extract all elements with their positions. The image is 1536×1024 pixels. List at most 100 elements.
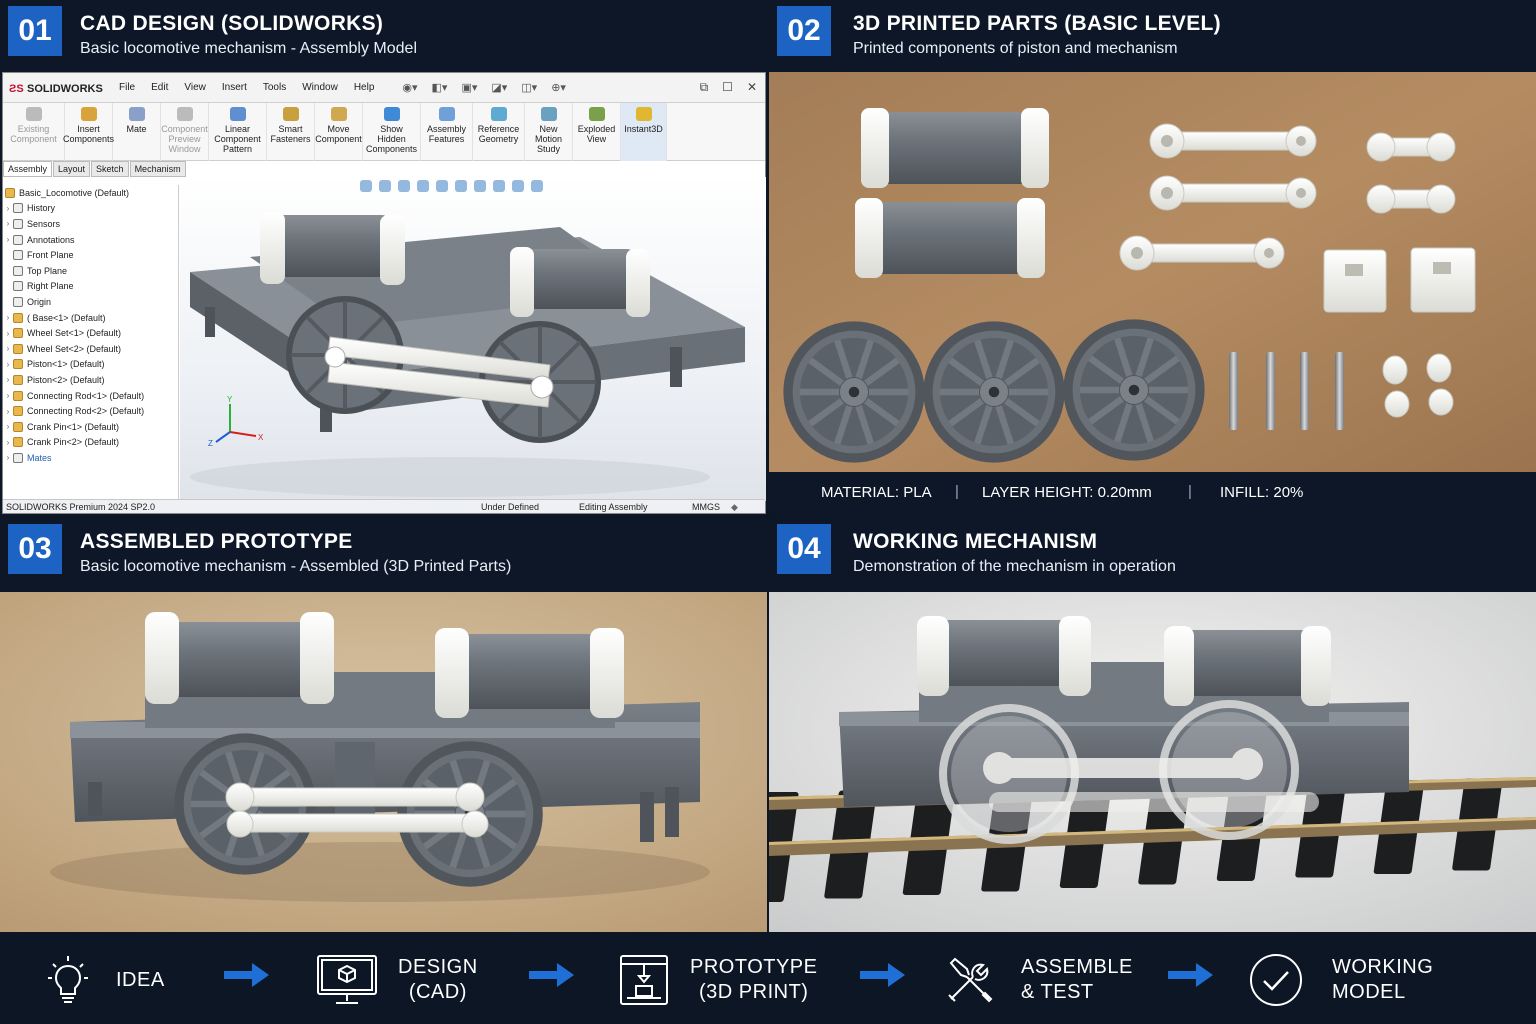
tab-layout[interactable]: Layout <box>53 161 91 177</box>
ribbon-component-preview-window[interactable]: Component Preview Window <box>161 103 209 161</box>
ribbon-icon <box>383 107 400 121</box>
part-icon <box>13 406 23 417</box>
previous-view-icon[interactable] <box>398 180 410 192</box>
tree-item[interactable]: › Mates <box>3 450 178 466</box>
flow-label: ASSEMBLE <box>1021 956 1133 978</box>
expand-chevron-icon[interactable]: › <box>3 438 13 447</box>
plane-icon <box>13 281 23 292</box>
zoom-fit-icon[interactable] <box>360 180 372 192</box>
ribbon-assembly-features[interactable]: Assembly Features <box>421 103 473 161</box>
ribbon-move-component[interactable]: Move Component <box>315 103 363 161</box>
tree-item[interactable]: Front Plane <box>3 247 178 263</box>
quick-access-toolbar[interactable]: ◉▾ ◧▾ ▣▾ ◪▾ ◫▾ ⊕▾ <box>402 81 566 94</box>
save-icon[interactable]: ▣▾ <box>461 81 477 94</box>
view-settings-icon[interactable] <box>531 180 543 192</box>
ribbon-exploded-view[interactable]: Exploded View <box>573 103 621 161</box>
expand-chevron-icon[interactable]: › <box>3 344 13 353</box>
units-chevron-icon[interactable]: ◆ <box>731 502 738 513</box>
tree-item[interactable]: › Wheel Set<2> (Default) <box>3 341 178 357</box>
menu-tools[interactable]: Tools <box>255 82 294 93</box>
expand-chevron-icon[interactable]: › <box>3 313 13 322</box>
expand-chevron-icon[interactable]: › <box>3 453 13 462</box>
tree-item[interactable]: › Piston<2> (Default) <box>3 372 178 388</box>
flow-label: PROTOTYPE <box>690 956 818 978</box>
folder-icon <box>13 203 23 214</box>
panel-printed-parts: 02 3D PRINTED PARTS (BASIC LEVEL) Printe… <box>769 0 1536 516</box>
ribbon-icon <box>438 107 455 121</box>
new-icon[interactable]: ◉▾ <box>402 81 417 94</box>
ribbon-label: Insert Components <box>62 124 115 144</box>
zoom-area-icon[interactable] <box>379 180 391 192</box>
lightbulb-icon <box>48 956 88 1003</box>
print-icon[interactable]: ◪▾ <box>491 81 507 94</box>
ribbon-new-motion-study[interactable]: New Motion Study <box>525 103 573 161</box>
expand-chevron-icon[interactable]: › <box>3 329 13 338</box>
ribbon-insert-components[interactable]: Insert Components <box>62 103 115 161</box>
expand-chevron-icon[interactable]: › <box>3 219 13 228</box>
menu-view[interactable]: View <box>176 82 214 93</box>
tree-item[interactable]: › Crank Pin<2> (Default) <box>3 435 178 451</box>
ribbon-show-hidden-components[interactable]: Show Hidden Components <box>363 103 421 161</box>
origin-icon <box>13 296 23 307</box>
flow-step-prototype: PROTOTYPE (3D PRINT) <box>618 954 818 1006</box>
ribbon-linear-component-pattern[interactable]: Linear Component Pattern <box>209 103 267 161</box>
ribbon-instant3d[interactable]: Instant3D <box>621 103 667 161</box>
ribbon-label: Component Preview Window <box>161 124 208 154</box>
units-selector[interactable]: MMGS <box>692 502 720 512</box>
tree-item[interactable]: › History <box>3 201 178 217</box>
heads-up-toolbar <box>360 180 640 194</box>
tree-item[interactable]: Origin <box>3 294 178 310</box>
ribbon-mate[interactable]: Mate <box>113 103 161 161</box>
expand-chevron-icon[interactable]: › <box>3 204 13 213</box>
open-icon[interactable]: ◧▾ <box>432 81 448 94</box>
part-icon <box>13 437 23 448</box>
ribbon-smart-fasteners[interactable]: Smart Fasteners <box>267 103 315 161</box>
rebuild-icon[interactable]: ⊕▾ <box>551 81 566 94</box>
display-style-icon[interactable] <box>455 180 467 192</box>
tree-item[interactable]: Right Plane <box>3 279 178 295</box>
expand-chevron-icon[interactable]: › <box>3 360 13 369</box>
tree-item[interactable]: › ( Base<1> (Default) <box>3 310 178 326</box>
expand-chevron-icon[interactable]: › <box>3 235 13 244</box>
hide-show-icon[interactable] <box>474 180 486 192</box>
restore-icon[interactable]: ⧉ <box>700 80 709 95</box>
expand-chevron-icon[interactable]: › <box>3 375 13 384</box>
tab-assembly[interactable]: Assembly <box>3 161 53 177</box>
menu-window[interactable]: Window <box>294 82 346 93</box>
apply-scene-icon[interactable] <box>512 180 524 192</box>
options-icon[interactable]: ◫▾ <box>521 81 537 94</box>
tab-mechanism[interactable]: Mechanism <box>129 161 186 177</box>
panel-subtitle: Basic locomotive mechanism - Assembled (… <box>80 558 512 575</box>
tree-item-label: Piston<1> (Default) <box>27 359 105 370</box>
tree-item[interactable]: › Piston<1> (Default) <box>3 357 178 373</box>
section-view-icon[interactable] <box>417 180 429 192</box>
graphics-area[interactable]: Y X Z <box>180 177 766 501</box>
tree-item[interactable]: › Connecting Rod<1> (Default) <box>3 388 178 404</box>
expand-chevron-icon[interactable]: › <box>3 422 13 431</box>
tree-item[interactable]: Top Plane <box>3 263 178 279</box>
tree-item[interactable]: › Wheel Set<1> (Default) <box>3 325 178 341</box>
menu-insert[interactable]: Insert <box>214 82 255 93</box>
tree-item[interactable]: › Annotations <box>3 232 178 248</box>
ribbon-reference-geometry[interactable]: Reference Geometry <box>473 103 525 161</box>
tree-item[interactable]: › Sensors <box>3 216 178 232</box>
tree-item[interactable]: › Crank Pin<1> (Default) <box>3 419 178 435</box>
tree-item[interactable]: › Connecting Rod<2> (Default) <box>3 403 178 419</box>
maximize-icon[interactable]: ☐ <box>722 80 733 95</box>
panel-title: ASSEMBLED PROTOTYPE <box>80 530 353 553</box>
close-icon[interactable]: ✕ <box>747 80 757 95</box>
flow-step-assemble: ASSEMBLE & TEST <box>943 954 1133 1006</box>
tab-sketch[interactable]: Sketch <box>91 161 129 177</box>
edit-appearance-icon[interactable] <box>493 180 505 192</box>
menu-file[interactable]: File <box>111 82 143 93</box>
view-orientation-icon[interactable] <box>436 180 448 192</box>
menu-help[interactable]: Help <box>346 82 383 93</box>
menu-edit[interactable]: Edit <box>143 82 176 93</box>
expand-chevron-icon[interactable]: › <box>3 407 13 416</box>
ribbon-existing-component[interactable]: Existing Component <box>3 103 65 161</box>
feature-manager-tree: Basic_Locomotive (Default) › History › Senso… <box>3 185 179 505</box>
expand-chevron-icon[interactable]: › <box>3 391 13 400</box>
folder-icon <box>13 218 23 229</box>
tree-item[interactable]: Basic_Locomotive (Default) <box>3 185 178 201</box>
monitor-cube-icon <box>317 955 377 1004</box>
